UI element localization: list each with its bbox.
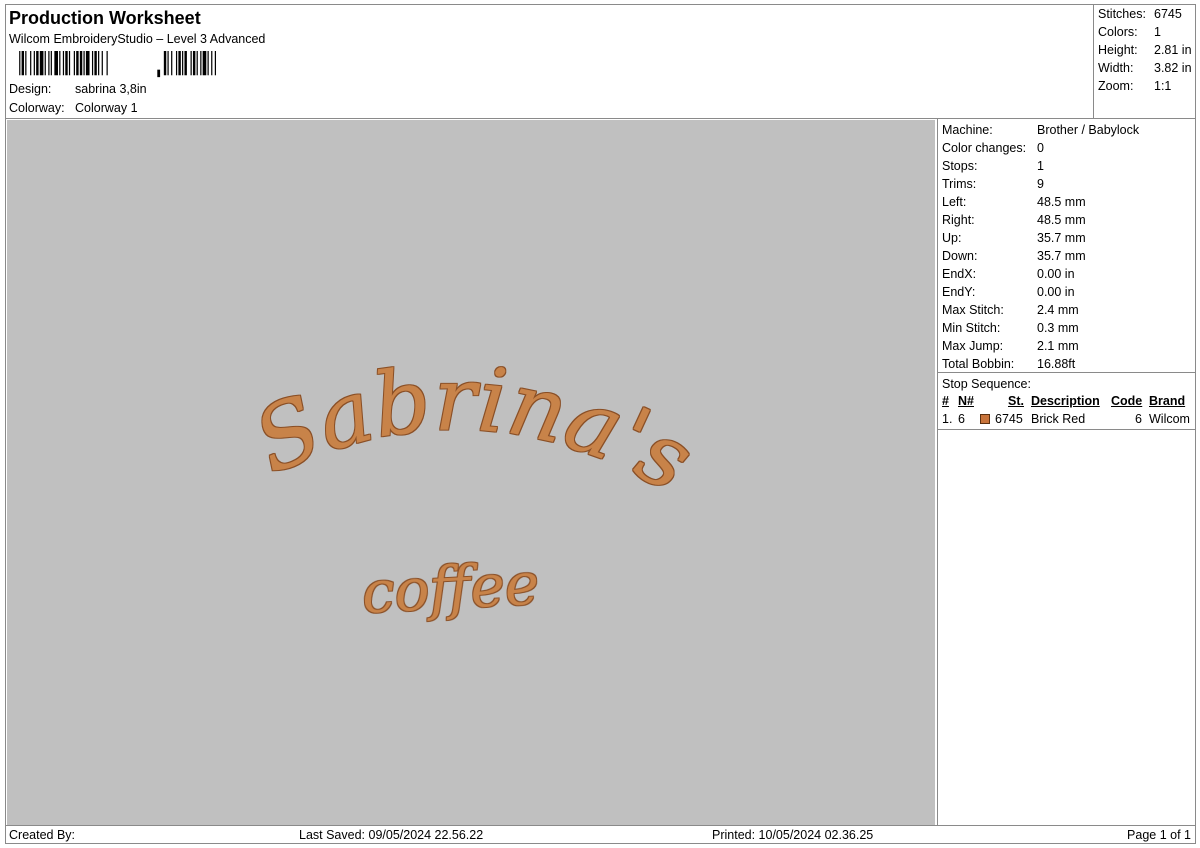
machine-info-row: Max Stitch: 2.4 mm	[942, 303, 1079, 317]
height-value: 2.81 in	[1154, 43, 1192, 57]
worksheet-header: Production Worksheet Wilcom EmbroiderySt…	[6, 5, 1093, 118]
machine-info-label: Right:	[942, 213, 975, 227]
machine-info-value: Brother / Babylock	[1037, 123, 1140, 137]
machine-info-row: Total Bobbin: 16.88ft	[942, 357, 1075, 371]
machine-info-value: 9	[1037, 177, 1044, 191]
machine-info-value: 0.00 in	[1037, 267, 1075, 281]
row-n: 6	[958, 412, 965, 426]
created-by: Created By:	[9, 828, 76, 842]
production-worksheet: Production Worksheet Wilcom EmbroiderySt…	[5, 4, 1196, 844]
width-row: Width: 3.82 in	[1098, 61, 1192, 75]
worksheet-footer: Created By: Last Saved: 09/05/2024 22.56…	[6, 825, 1195, 844]
embroidery-preview: Sabrina's coffee	[240, 347, 710, 626]
row-code: 6	[1135, 412, 1142, 426]
machine-info-value: 35.7 mm	[1037, 231, 1086, 245]
machine-info-row: EndX: 0.00 in	[942, 267, 1075, 281]
software-subtitle: Wilcom EmbroideryStudio – Level 3 Advanc…	[9, 32, 266, 46]
row-brand: Wilcom	[1149, 412, 1190, 426]
row-st: 6745	[995, 412, 1023, 426]
zoom-value: 1:1	[1154, 79, 1172, 93]
zoom-row: Zoom: 1:1	[1098, 79, 1171, 93]
colorway-row: Colorway: Colorway 1	[9, 101, 138, 115]
design-text-line1: Sabrina's	[240, 347, 710, 511]
machine-info-row: Max Jump: 2.1 mm	[942, 339, 1079, 353]
machine-info-label: Min Stitch:	[942, 321, 1001, 335]
col-st: St.	[1008, 394, 1024, 408]
machine-info-value: 1	[1037, 159, 1044, 173]
colorway-label: Colorway:	[9, 101, 65, 115]
colors-label: Colors:	[1098, 25, 1138, 39]
design-row: Design: sabrina 3,8in	[9, 82, 147, 96]
machine-info-label: Max Jump:	[942, 339, 1004, 353]
machine-info-label: Total Bobbin:	[942, 357, 1015, 371]
barcode-image	[19, 51, 217, 78]
col-n: N#	[958, 394, 974, 408]
machine-info-value: 0	[1037, 141, 1044, 155]
machine-info-label: EndX:	[942, 267, 977, 281]
machine-info-value: 48.5 mm	[1037, 195, 1086, 209]
printed-date: Printed: 10/05/2024 02.36.25	[712, 828, 874, 842]
machine-info-value: 2.4 mm	[1037, 303, 1079, 317]
machine-info-label: Up:	[942, 231, 962, 245]
stitches-row: Stitches: 6745	[1098, 7, 1182, 21]
machine-info-label: Left:	[942, 195, 967, 209]
machine-info-row: EndY: 0.00 in	[942, 285, 1075, 299]
design-value: sabrina 3,8in	[75, 82, 147, 96]
design-label: Design:	[9, 82, 52, 96]
machine-info-row: Color changes: 0	[942, 141, 1044, 155]
page-number: Page 1 of 1	[1127, 828, 1191, 842]
machine-info-row: Left: 48.5 mm	[942, 195, 1086, 209]
stop-sequence-title: Stop Sequence:	[942, 377, 1031, 391]
machine-info-value: 0.00 in	[1037, 285, 1075, 299]
stitches-label: Stitches:	[1098, 7, 1146, 21]
machine-info-row: Trims: 9	[942, 177, 1044, 191]
machine-info-value: 35.7 mm	[1037, 249, 1086, 263]
sequence-divider	[938, 429, 1196, 430]
machine-info-label: Stops:	[942, 159, 978, 173]
zoom-label: Zoom:	[1098, 79, 1134, 93]
stitches-value: 6745	[1154, 7, 1182, 21]
last-saved: Last Saved: 09/05/2024 22.56.22	[299, 828, 484, 842]
machine-info-value: 48.5 mm	[1037, 213, 1086, 227]
design-stats: Stitches: 6745 Colors: 1 Height: 2.81 in Wi…	[1093, 5, 1197, 118]
row-description: Brick Red	[1031, 412, 1086, 426]
page-title: Production Worksheet	[9, 8, 201, 28]
design-preview: Sabrina's coffee	[7, 120, 935, 825]
width-value: 3.82 in	[1154, 61, 1192, 75]
panel-divider	[938, 372, 1196, 373]
machine-info-value: 0.3 mm	[1037, 321, 1079, 335]
machine-info-label: EndY:	[942, 285, 976, 299]
height-label: Height:	[1098, 43, 1138, 57]
design-text-line1-path: Sabrina's	[240, 347, 710, 511]
colorway-value: Colorway 1	[75, 101, 138, 115]
machine-info-panel: Machine: Brother / Babylock Color changes:…	[937, 119, 1196, 826]
machine-info-label: Color changes:	[942, 141, 1027, 155]
row-num: 1.	[942, 412, 953, 426]
machine-info-label: Down:	[942, 249, 978, 263]
machine-info-row: Right: 48.5 mm	[942, 213, 1086, 227]
col-code: Code	[1111, 394, 1143, 408]
height-row: Height: 2.81 in	[1098, 43, 1192, 57]
machine-info-row: Up: 35.7 mm	[942, 231, 1086, 245]
machine-info-label: Trims:	[942, 177, 977, 191]
machine-info-row: Stops: 1	[942, 159, 1044, 173]
machine-info-label: Max Stitch:	[942, 303, 1004, 317]
machine-info-row: Down: 35.7 mm	[942, 249, 1086, 263]
col-description: Description	[1031, 394, 1100, 408]
colors-row: Colors: 1	[1098, 25, 1161, 39]
machine-info-value: 2.1 mm	[1037, 339, 1079, 353]
width-label: Width:	[1098, 61, 1134, 75]
col-brand: Brand	[1149, 394, 1186, 408]
machine-info-row: Min Stitch: 0.3 mm	[942, 321, 1079, 335]
machine-info-row: Machine: Brother / Babylock	[942, 123, 1139, 137]
thread-color-swatch	[980, 414, 990, 424]
design-text-line2: coffee	[360, 549, 540, 626]
machine-info-value: 16.88ft	[1037, 357, 1076, 371]
machine-info-label: Machine:	[942, 123, 993, 137]
colors-value: 1	[1154, 25, 1161, 39]
col-num: #	[942, 394, 949, 408]
